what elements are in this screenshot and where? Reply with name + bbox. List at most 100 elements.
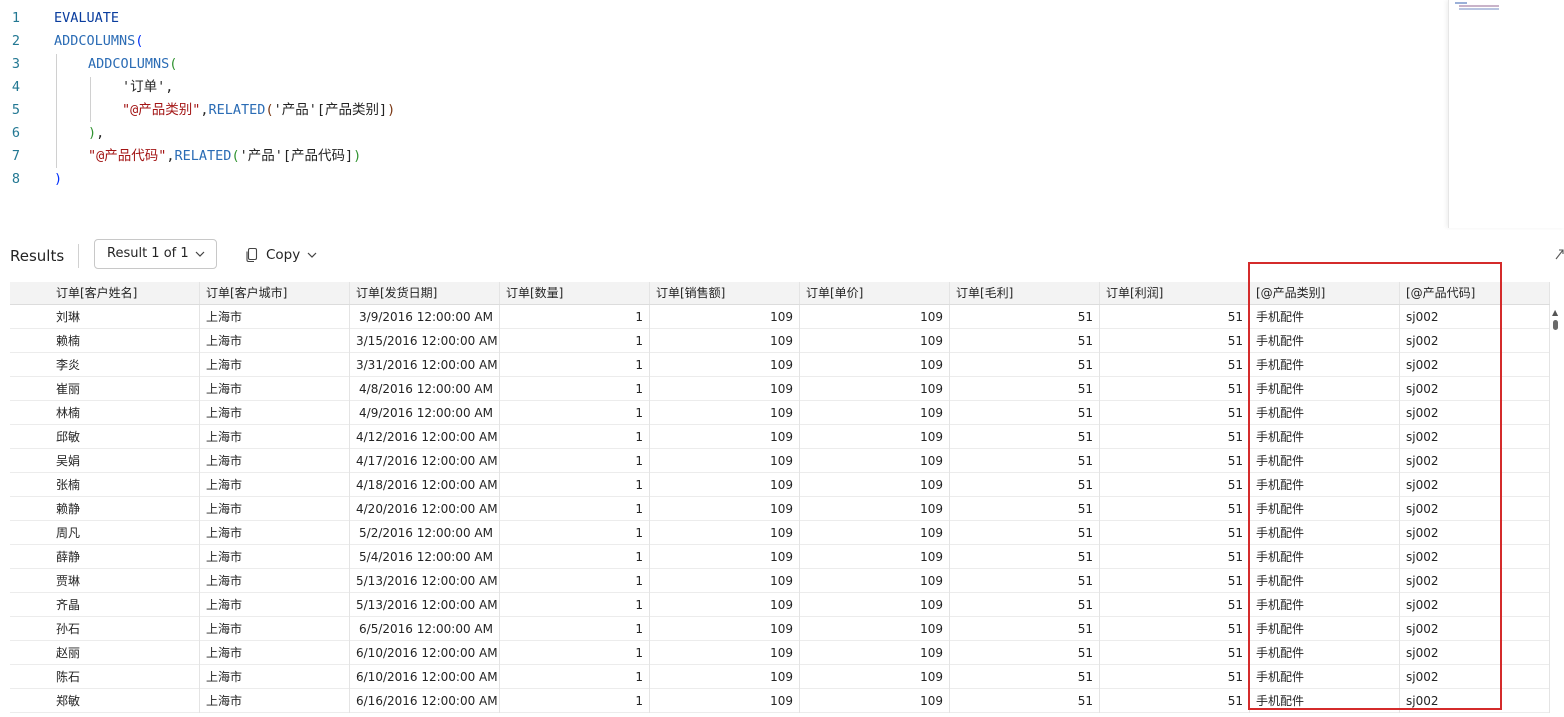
cell-col-customer-city[interactable]: 上海市: [200, 521, 350, 545]
header-col-product-category[interactable]: [@产品类别]: [1250, 282, 1400, 304]
cell-col-product-category[interactable]: 手机配件: [1250, 521, 1400, 545]
cell-col-customer-city[interactable]: 上海市: [200, 569, 350, 593]
table-row[interactable]: 孙石 上海市 6/5/2016 12:00:00 AM 1 109 109 51 51 手机配件…: [10, 617, 1550, 641]
cell-col-product-category[interactable]: 手机配件: [1250, 569, 1400, 593]
cell-col-quantity[interactable]: 1: [500, 593, 650, 617]
vertical-scrollbar[interactable]: ▲: [1550, 304, 1562, 717]
table-row[interactable]: 李炎 上海市 3/31/2016 12:00:00 AM 1 109 109 51 51 手机配…: [10, 353, 1550, 377]
cell-col-sales[interactable]: 109: [650, 545, 800, 569]
cell-col-product-code[interactable]: sj002: [1400, 521, 1550, 545]
cell-col-customer-city[interactable]: 上海市: [200, 545, 350, 569]
cell-col-product-code[interactable]: sj002: [1400, 425, 1550, 449]
table-row[interactable]: 齐晶 上海市 5/13/2016 12:00:00 AM 1 109 109 51 51 手机配…: [10, 593, 1550, 617]
cell-col-sales[interactable]: 109: [650, 521, 800, 545]
cell-col-product-category[interactable]: 手机配件: [1250, 353, 1400, 377]
cell-col-profit[interactable]: 51: [1100, 545, 1250, 569]
cell-col-customer-city[interactable]: 上海市: [200, 449, 350, 473]
cell-col-sales[interactable]: 109: [650, 353, 800, 377]
cell-col-gross-profit[interactable]: 51: [950, 641, 1100, 665]
dax-query-editor[interactable]: 1 EVALUATE 2 ADDCOLUMNS( 3 ADDCOLUMNS( 4…: [0, 0, 1448, 228]
table-row[interactable]: 薛静 上海市 5/4/2016 12:00:00 AM 1 109 109 51 51 手机配件…: [10, 545, 1550, 569]
results-grid[interactable]: 订单[客户姓名] 订单[客户城市] 订单[发货日期] 订单[数量] 订单[销售额] 订单[…: [10, 282, 1550, 717]
cell-col-customer-city[interactable]: 上海市: [200, 401, 350, 425]
code-line-3[interactable]: 3 ADDCOLUMNS(: [0, 53, 1440, 76]
cell-col-ship-date[interactable]: 4/20/2016 12:00:00 AM: [350, 497, 500, 521]
cell-col-profit[interactable]: 51: [1100, 401, 1250, 425]
cell-col-quantity[interactable]: 1: [500, 401, 650, 425]
cell-col-product-category[interactable]: 手机配件: [1250, 377, 1400, 401]
cell-col-product-category[interactable]: 手机配件: [1250, 329, 1400, 353]
cell-col-gross-profit[interactable]: 51: [950, 449, 1100, 473]
cell-col-product-category[interactable]: 手机配件: [1250, 425, 1400, 449]
cell-col-customer-city[interactable]: 上海市: [200, 377, 350, 401]
header-col-gross-profit[interactable]: 订单[毛利]: [950, 282, 1100, 304]
cell-col-gross-profit[interactable]: 51: [950, 569, 1100, 593]
cell-col-ship-date[interactable]: 4/8/2016 12:00:00 AM: [350, 377, 500, 401]
table-row[interactable]: 吴娟 上海市 4/17/2016 12:00:00 AM 1 109 109 51 51 手机配…: [10, 449, 1550, 473]
table-row[interactable]: 赖楠 上海市 3/15/2016 12:00:00 AM 1 109 109 51 51 手机配…: [10, 329, 1550, 353]
cell-col-product-category[interactable]: 手机配件: [1250, 305, 1400, 329]
cell-col-profit[interactable]: 51: [1100, 641, 1250, 665]
table-row[interactable]: 郑敏 上海市 6/16/2016 12:00:00 AM 1 109 109 51 51 手机配…: [10, 689, 1550, 713]
table-row[interactable]: 林楠 上海市 4/9/2016 12:00:00 AM 1 109 109 51 51 手机配件…: [10, 401, 1550, 425]
expand-icon[interactable]: [1554, 246, 1564, 260]
cell-col-customer-name[interactable]: 郑敏: [50, 689, 200, 713]
cell-col-customer-city[interactable]: 上海市: [200, 305, 350, 329]
cell-col-ship-date[interactable]: 5/13/2016 12:00:00 AM: [350, 593, 500, 617]
cell-col-customer-city[interactable]: 上海市: [200, 593, 350, 617]
cell-col-customer-name[interactable]: 孙石: [50, 617, 200, 641]
cell-col-unit-price[interactable]: 109: [800, 497, 950, 521]
cell-col-customer-city[interactable]: 上海市: [200, 497, 350, 521]
cell-col-customer-name[interactable]: 赵丽: [50, 641, 200, 665]
cell-col-ship-date[interactable]: 6/16/2016 12:00:00 AM: [350, 689, 500, 713]
cell-col-quantity[interactable]: 1: [500, 473, 650, 497]
cell-col-profit[interactable]: 51: [1100, 689, 1250, 713]
cell-col-quantity[interactable]: 1: [500, 353, 650, 377]
cell-col-ship-date[interactable]: 3/31/2016 12:00:00 AM: [350, 353, 500, 377]
header-col-unit-price[interactable]: 订单[单价]: [800, 282, 950, 304]
cell-col-customer-name[interactable]: 刘琳: [50, 305, 200, 329]
editor-minimap[interactable]: [1448, 0, 1564, 228]
cell-col-customer-name[interactable]: 陈石: [50, 665, 200, 689]
cell-col-product-code[interactable]: sj002: [1400, 617, 1550, 641]
cell-col-product-code[interactable]: sj002: [1400, 401, 1550, 425]
cell-col-quantity[interactable]: 1: [500, 545, 650, 569]
header-col-sales[interactable]: 订单[销售额]: [650, 282, 800, 304]
code-line-2[interactable]: 2 ADDCOLUMNS(: [0, 30, 1440, 53]
cell-col-quantity[interactable]: 1: [500, 329, 650, 353]
cell-col-gross-profit[interactable]: 51: [950, 473, 1100, 497]
cell-col-profit[interactable]: 51: [1100, 425, 1250, 449]
cell-col-ship-date[interactable]: 3/9/2016 12:00:00 AM: [350, 305, 500, 329]
scrollbar-thumb[interactable]: [1553, 320, 1558, 330]
cell-col-unit-price[interactable]: 109: [800, 593, 950, 617]
table-row[interactable]: 贾琳 上海市 5/13/2016 12:00:00 AM 1 109 109 51 51 手机配…: [10, 569, 1550, 593]
cell-col-sales[interactable]: 109: [650, 377, 800, 401]
cell-col-product-category[interactable]: 手机配件: [1250, 689, 1400, 713]
cell-col-unit-price[interactable]: 109: [800, 545, 950, 569]
cell-col-unit-price[interactable]: 109: [800, 665, 950, 689]
cell-col-product-code[interactable]: sj002: [1400, 593, 1550, 617]
cell-col-unit-price[interactable]: 109: [800, 641, 950, 665]
header-col-profit[interactable]: 订单[利润]: [1100, 282, 1250, 304]
cell-col-unit-price[interactable]: 109: [800, 425, 950, 449]
table-row[interactable]: 赖静 上海市 4/20/2016 12:00:00 AM 1 109 109 51 51 手机配…: [10, 497, 1550, 521]
cell-col-product-code[interactable]: sj002: [1400, 641, 1550, 665]
cell-col-product-code[interactable]: sj002: [1400, 665, 1550, 689]
cell-col-sales[interactable]: 109: [650, 329, 800, 353]
result-selector-dropdown[interactable]: Result 1 of 1: [94, 239, 217, 269]
cell-col-product-category[interactable]: 手机配件: [1250, 617, 1400, 641]
table-row[interactable]: 崔丽 上海市 4/8/2016 12:00:00 AM 1 109 109 51 51 手机配件…: [10, 377, 1550, 401]
cell-col-profit[interactable]: 51: [1100, 449, 1250, 473]
cell-col-profit[interactable]: 51: [1100, 305, 1250, 329]
cell-col-sales[interactable]: 109: [650, 641, 800, 665]
cell-col-product-category[interactable]: 手机配件: [1250, 497, 1400, 521]
table-row[interactable]: 陈石 上海市 6/10/2016 12:00:00 AM 1 109 109 51 51 手机配…: [10, 665, 1550, 689]
cell-col-customer-name[interactable]: 林楠: [50, 401, 200, 425]
cell-col-unit-price[interactable]: 109: [800, 353, 950, 377]
code-line-4[interactable]: 4 '订单',: [0, 76, 1440, 99]
cell-col-quantity[interactable]: 1: [500, 305, 650, 329]
header-col-customer-city[interactable]: 订单[客户城市]: [200, 282, 350, 304]
cell-col-ship-date[interactable]: 5/2/2016 12:00:00 AM: [350, 521, 500, 545]
table-row[interactable]: 赵丽 上海市 6/10/2016 12:00:00 AM 1 109 109 51 51 手机配…: [10, 641, 1550, 665]
cell-col-customer-city[interactable]: 上海市: [200, 473, 350, 497]
